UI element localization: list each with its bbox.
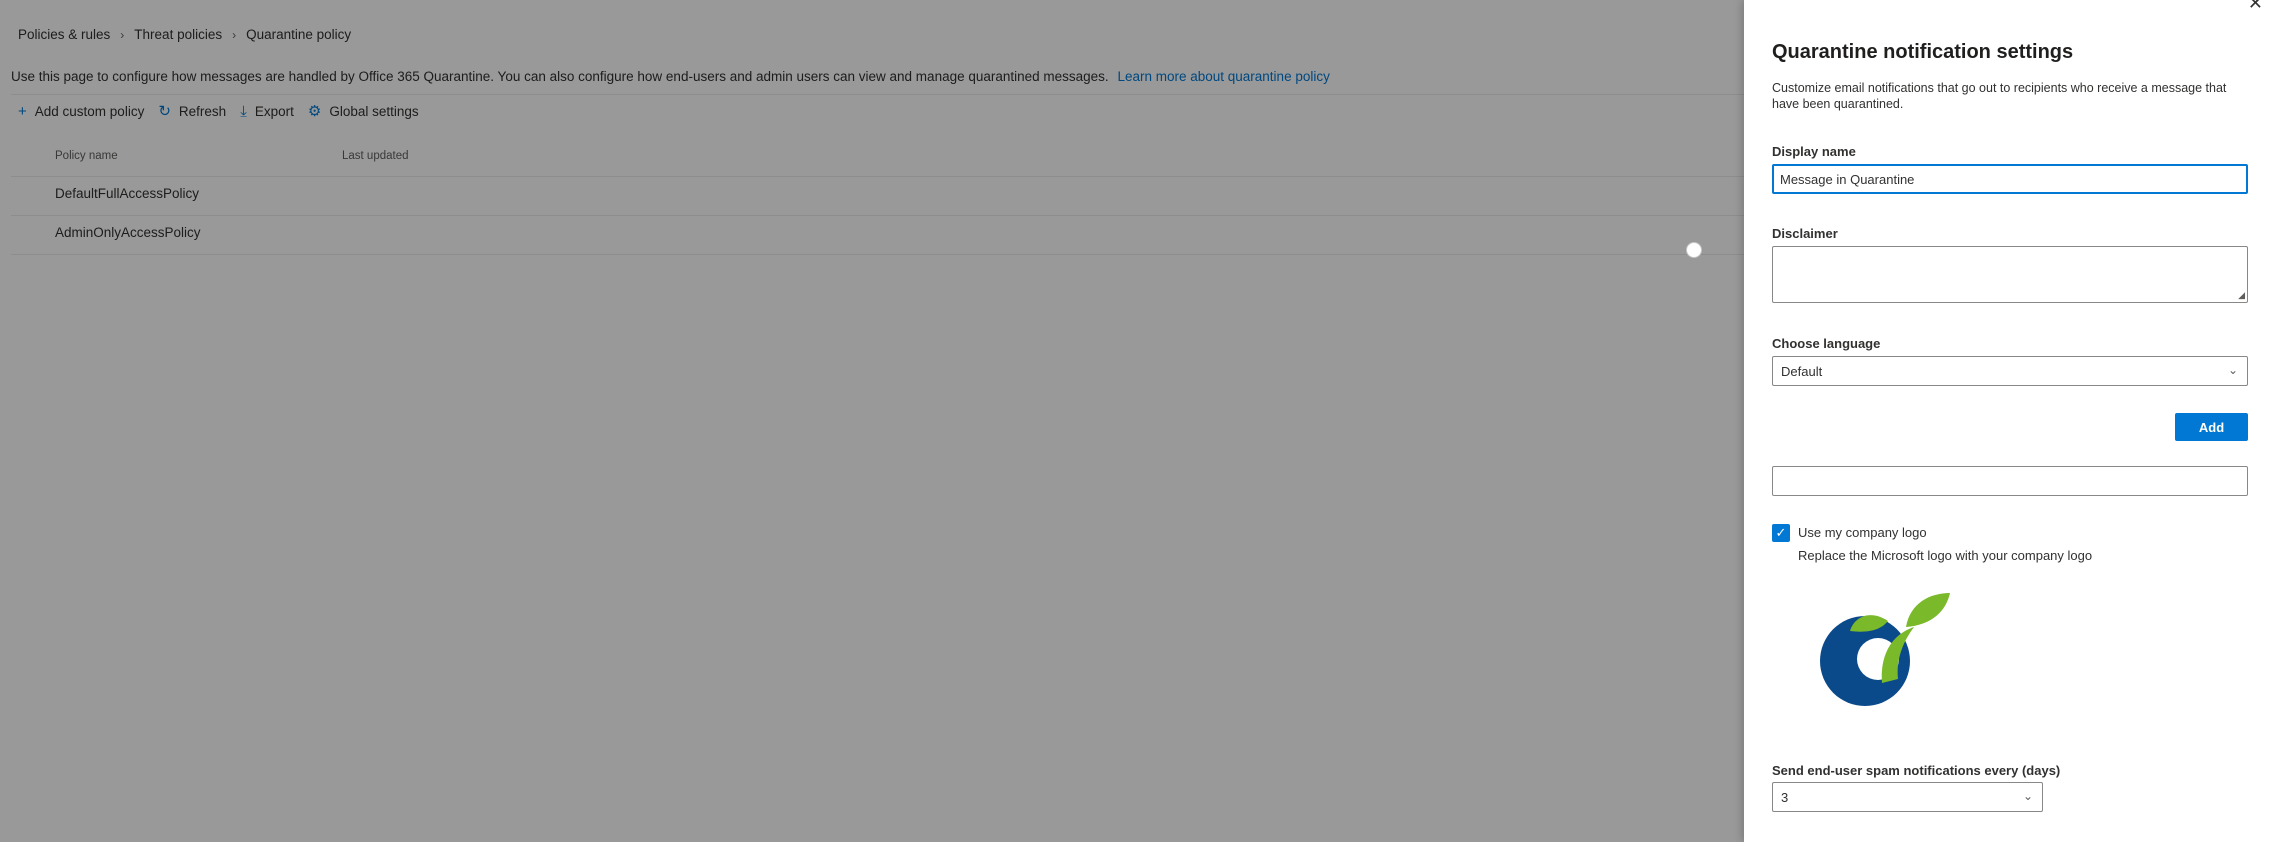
display-name-label: Display name (1772, 144, 1856, 159)
disclaimer-label: Disclaimer (1772, 226, 1838, 241)
notification-frequency-dropdown[interactable]: 3 ⌄ (1772, 782, 2043, 812)
panel-title: Quarantine notification settings (1772, 41, 2074, 63)
display-name-input[interactable] (1772, 164, 2248, 194)
quarantine-notification-panel: ✕ Quarantine notification settings Custo… (1744, 0, 2275, 842)
cursor-indicator (1686, 242, 1702, 258)
add-language-button[interactable]: Add (2175, 413, 2248, 441)
checkmark-icon: ✓ (1775, 525, 1787, 540)
notification-frequency-label: Send end-user spam notifications every (… (1772, 763, 2061, 778)
resize-grip-icon[interactable]: ◢ (2238, 291, 2245, 300)
use-company-logo-checkbox[interactable]: ✓ (1772, 524, 1790, 542)
use-company-logo-label[interactable]: Use my company logo (1798, 525, 1927, 540)
chevron-down-icon: ⌄ (2022, 789, 2033, 803)
language-dropdown[interactable]: Default ⌄ (1772, 356, 2248, 386)
logo-leaf-right (1906, 593, 1950, 627)
company-logo-image (1820, 593, 1950, 706)
language-list-input[interactable] (1772, 466, 2248, 496)
close-icon[interactable]: ✕ (2248, 0, 2263, 12)
panel-description: Customize email notifications that go ou… (1772, 81, 2227, 111)
disclaimer-textarea[interactable]: ◢ (1772, 246, 2248, 303)
chevron-down-icon: ⌄ (2227, 363, 2238, 377)
choose-language-label: Choose language (1772, 336, 1881, 351)
use-company-logo-subtext: Replace the Microsoft logo with your com… (1798, 548, 2093, 563)
frequency-selected-value: 3 (1781, 789, 1789, 805)
language-selected-value: Default (1781, 363, 1823, 379)
